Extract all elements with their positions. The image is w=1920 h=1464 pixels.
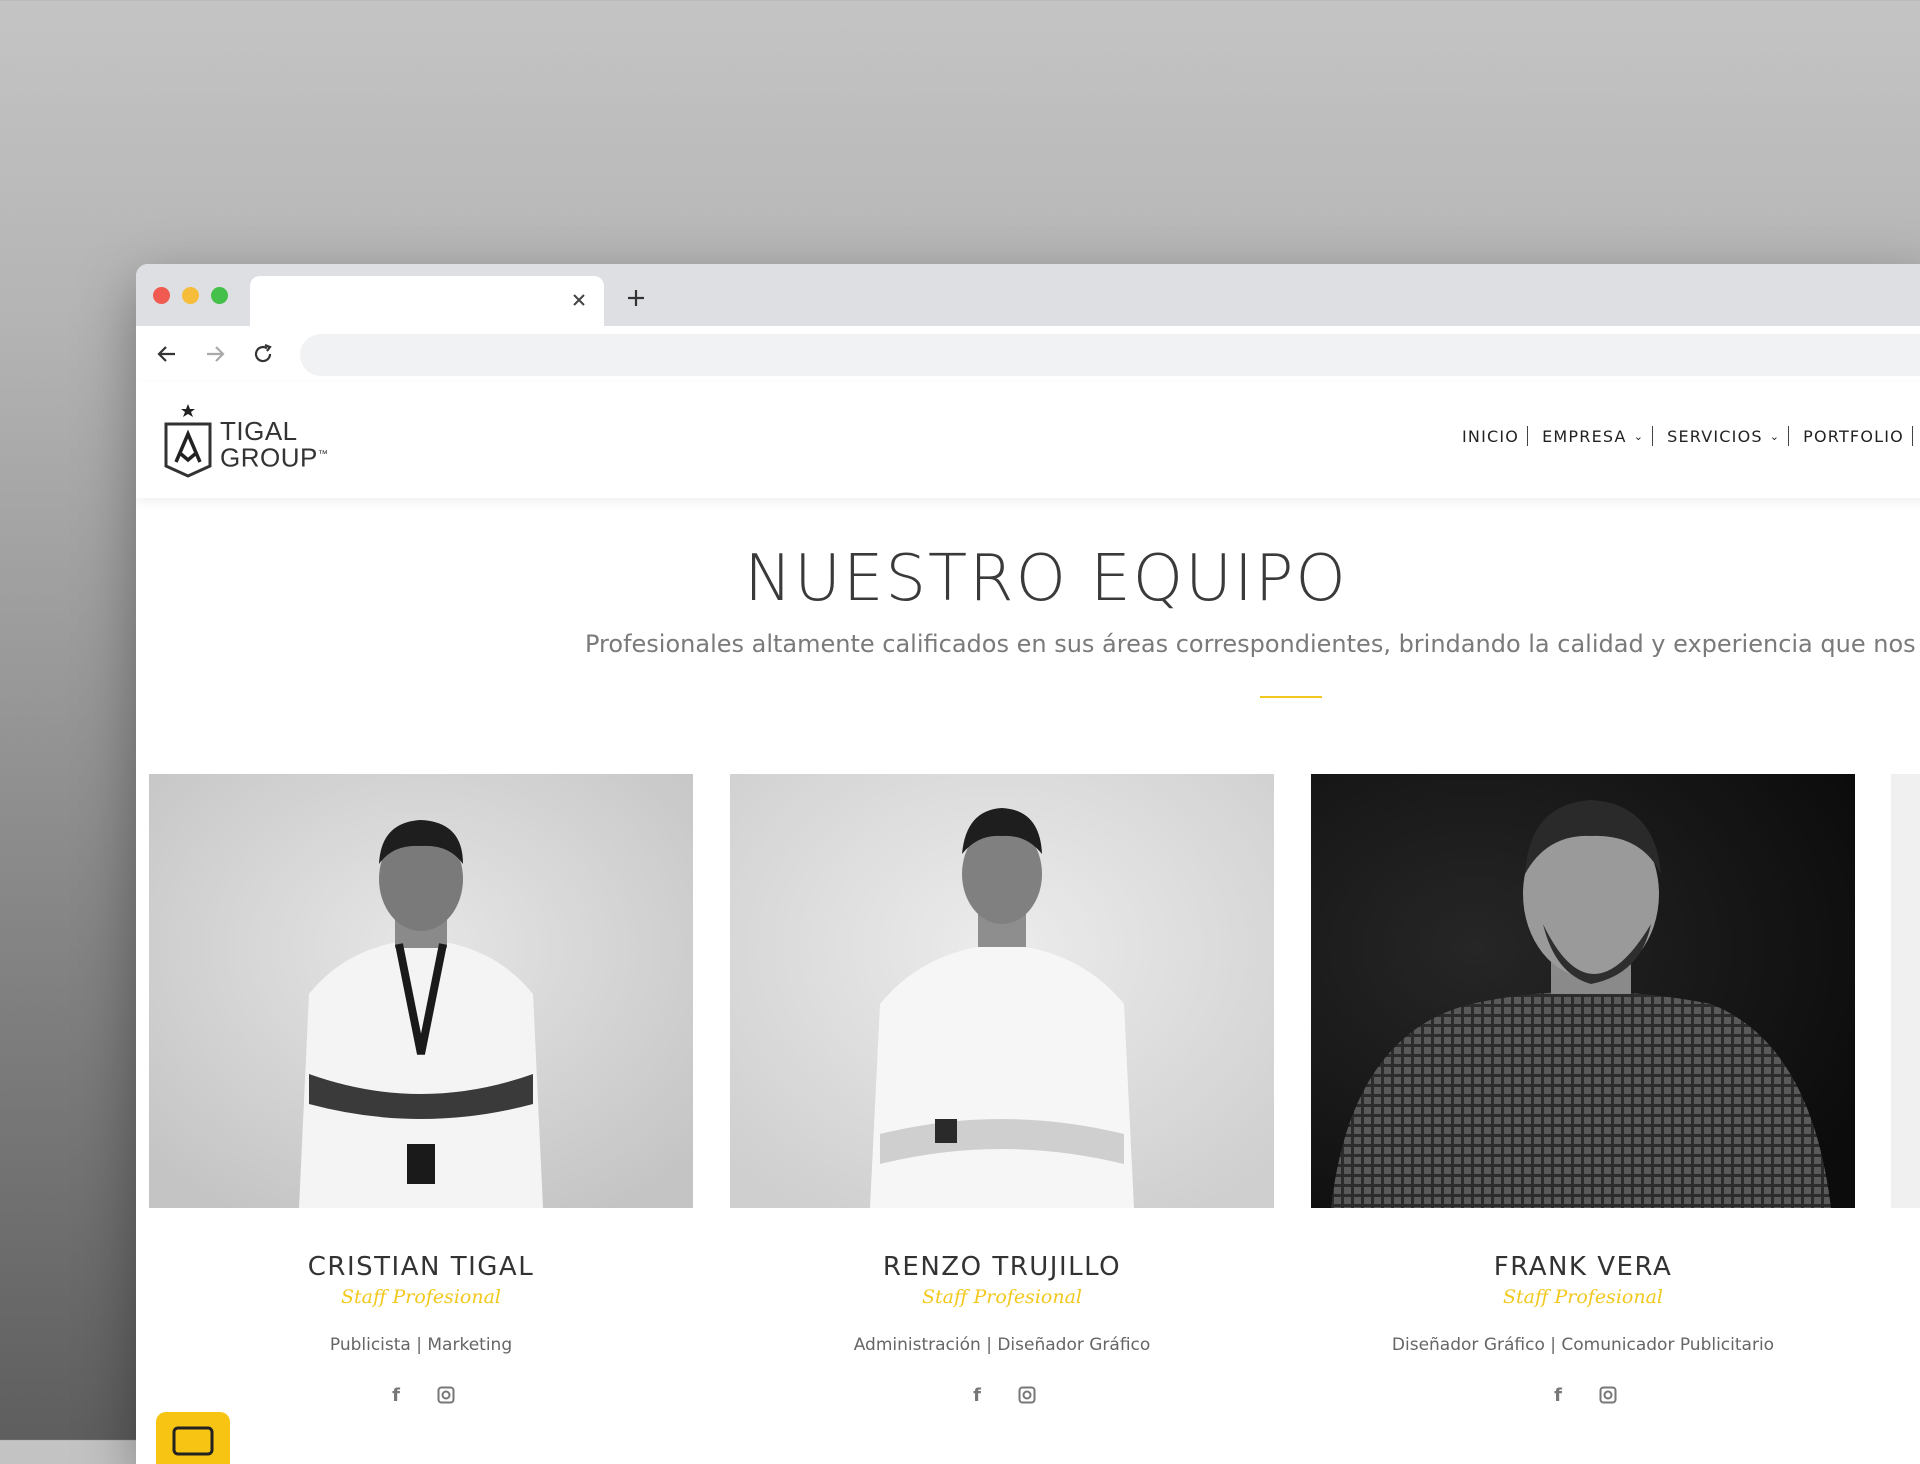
team-member-role: Staff Profesional [922, 1286, 1082, 1308]
nav-divider [1788, 426, 1790, 446]
nav-item-empresa[interactable]: EMPRESA ⌄ [1542, 427, 1644, 446]
team-member-name: FRANK VERA [1493, 1252, 1673, 1282]
address-bar[interactable] [300, 334, 1920, 376]
nav-label: PORTFOLIO [1803, 426, 1904, 446]
team-member-photo [1311, 774, 1855, 1208]
nav-item-servicios[interactable]: SERVICIOS ⌄ [1667, 427, 1780, 446]
plus-icon[interactable] [624, 286, 648, 310]
team-member-role: Staff Profesional [341, 1286, 501, 1308]
browser-toolbar [136, 326, 1920, 382]
chat-icon [172, 1426, 214, 1456]
close-icon[interactable] [568, 289, 590, 311]
nav-item-inicio[interactable]: INICIO [1462, 427, 1519, 446]
instagram-icon[interactable] [1016, 1384, 1038, 1406]
chevron-down-icon: ⌄ [1769, 429, 1781, 443]
nav-divider [1527, 426, 1529, 446]
facebook-icon[interactable]: f [966, 1384, 988, 1406]
main-navigation: INICIO EMPRESA ⌄ SERVICIOS ⌄ PORTFOLIO [1462, 426, 1920, 446]
social-links: f [1311, 1384, 1855, 1406]
team-member-name: RENZO TRUJILLO [882, 1252, 1122, 1282]
title-divider [1260, 696, 1322, 698]
social-links: f [730, 1384, 1274, 1406]
social-links: f [149, 1384, 693, 1406]
facebook-icon[interactable]: f [385, 1384, 407, 1406]
back-arrow-icon[interactable] [154, 341, 180, 367]
forward-arrow-icon[interactable] [202, 341, 228, 367]
team-member-photo [730, 774, 1274, 1208]
minimize-window-button[interactable] [182, 287, 199, 304]
nav-label: INICIO [1462, 426, 1520, 446]
next-card-peek [1891, 774, 1920, 1208]
nav-divider [1911, 426, 1913, 446]
team-member-description: Diseñador Gráfico | Comunicador Publicit… [1391, 1335, 1775, 1355]
logo-emblem-icon [164, 404, 212, 478]
maximize-window-button[interactable] [211, 287, 228, 304]
close-window-button[interactable] [153, 287, 170, 304]
team-card: CRISTIAN TIGAL Staff Profesional Publici… [149, 774, 693, 1464]
team-member-photo [149, 774, 693, 1208]
logo-line-1: TIGAL [220, 416, 298, 446]
nav-label: EMPRESA [1542, 426, 1627, 446]
site-header: TIGAL GROUP™ INICIO EMPRESA ⌄ SERVICIOS … [136, 382, 1920, 498]
team-member-description: Administración | Diseñador Gráfico [853, 1335, 1151, 1355]
nav-item-portfolio[interactable]: PORTFOLIO [1803, 427, 1904, 446]
tab-bar [136, 264, 1920, 326]
instagram-icon[interactable] [435, 1384, 457, 1406]
logo-trademark: ™ [317, 449, 329, 460]
instagram-icon[interactable] [1597, 1384, 1619, 1406]
nav-label: SERVICIOS [1667, 426, 1763, 446]
section-title: NUESTRO EQUIPO [744, 542, 1348, 616]
reload-icon[interactable] [250, 341, 276, 367]
browser-tab[interactable] [250, 276, 604, 326]
browser-window: TIGAL GROUP™ INICIO EMPRESA ⌄ SERVICIOS … [136, 264, 1920, 1464]
team-member-role: Staff Profesional [1503, 1286, 1663, 1308]
tigal-group-logo[interactable]: TIGAL GROUP™ [160, 402, 340, 482]
chevron-down-icon: ⌄ [1633, 429, 1645, 443]
logo-wordmark: TIGAL GROUP™ [220, 416, 329, 473]
team-card: FRANK VERA Staff Profesional Diseñador G… [1311, 774, 1855, 1464]
team-member-name: CRISTIAN TIGAL [307, 1252, 535, 1282]
facebook-icon[interactable]: f [1547, 1384, 1569, 1406]
section-subtitle: Profesionales altamente calificados en s… [585, 630, 1920, 658]
team-card: RENZO TRUJILLO Staff Profesional Adminis… [730, 774, 1274, 1464]
chat-button[interactable] [156, 1412, 230, 1464]
team-member-description: Publicista | Marketing [329, 1335, 513, 1355]
nav-divider [1652, 426, 1654, 446]
logo-line-2: GROUP [220, 442, 318, 473]
